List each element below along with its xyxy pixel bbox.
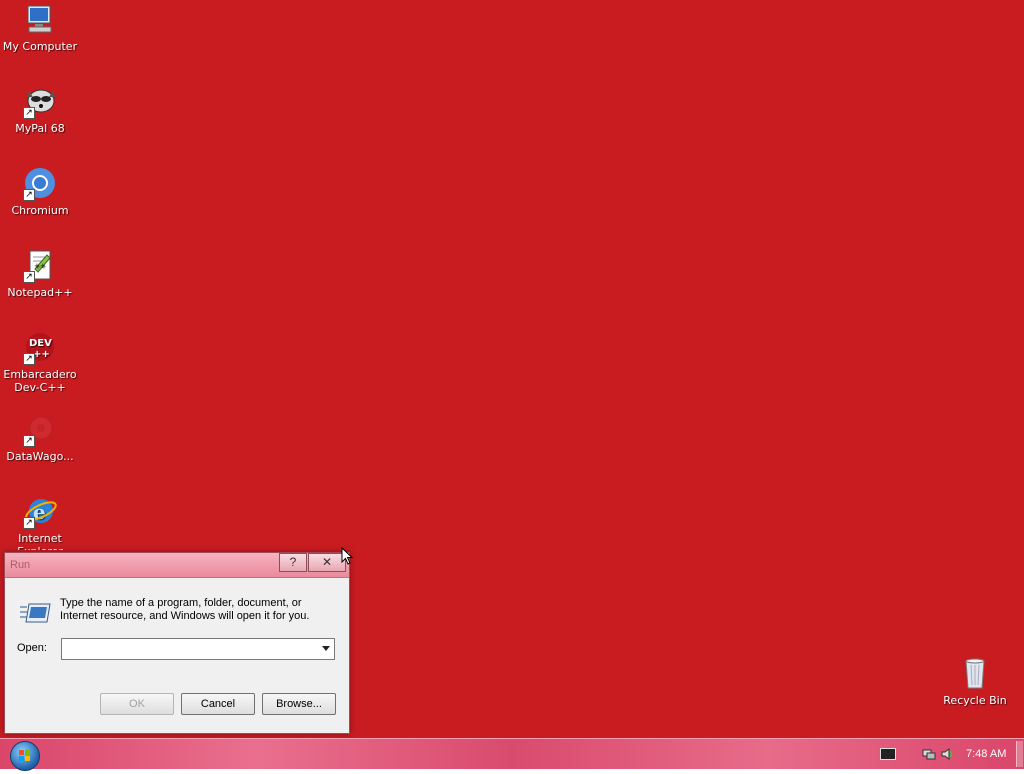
desktop-icon-label: MyPal 68 xyxy=(15,122,65,135)
run-dialog-title: Run xyxy=(10,559,31,571)
run-dialog: Run ? ✕ Type the name of a program, fold… xyxy=(4,552,350,734)
start-button[interactable] xyxy=(10,741,40,771)
mouse-pointer-icon xyxy=(341,546,354,569)
shortcut-arrow-icon: ↗ xyxy=(23,435,35,447)
datawagon-icon: ↗ xyxy=(23,413,57,447)
recycle-bin-icon xyxy=(958,657,992,691)
svg-text:DEV: DEV xyxy=(29,338,52,349)
run-dialog-titlebar[interactable]: Run ? ✕ xyxy=(5,553,349,578)
desktop-icon-my-computer[interactable]: My Computer xyxy=(1,3,79,53)
desktop-icon-label: Embarcadero Dev-C++ xyxy=(3,368,77,394)
open-label: Open: xyxy=(17,642,47,654)
desktop-icon-datawagon[interactable]: ↗ DataWago... xyxy=(1,413,79,463)
desktop-icon-label: Notepad++ xyxy=(7,286,73,299)
svg-text:++: ++ xyxy=(34,262,46,270)
desktop-icon-notepadpp[interactable]: ++ ↗ Notepad++ xyxy=(1,249,79,299)
desktop-icon-chromium[interactable]: ↗ Chromium xyxy=(1,167,79,217)
shortcut-arrow-icon: ↗ xyxy=(23,353,35,365)
svg-text:++: ++ xyxy=(33,349,50,360)
desktop-icon-label: Internet Explorer xyxy=(17,532,63,550)
open-combobox[interactable] xyxy=(61,638,335,660)
internet-explorer-icon: e ↗ xyxy=(23,495,57,529)
desktop-icon-devcpp[interactable]: DEV ++ ↗ Embarcadero Dev-C++ xyxy=(1,331,79,394)
open-input[interactable] xyxy=(64,640,318,658)
desktop-icon-internet-explorer[interactable]: e ↗ Internet Explorer xyxy=(1,495,79,550)
mypal-icon: ↗ xyxy=(23,85,57,119)
dropdown-arrow-icon[interactable] xyxy=(322,646,330,651)
computer-icon xyxy=(23,3,57,37)
clock[interactable]: 7:48 AM xyxy=(966,748,1006,760)
desktop-icon-label: Chromium xyxy=(11,204,69,217)
shortcut-arrow-icon: ↗ xyxy=(23,271,35,283)
desktop-icon-mypal[interactable]: ↗ MyPal 68 xyxy=(1,85,79,135)
windows-logo-icon xyxy=(19,750,30,761)
desktop: My Computer ↗ MyPal 68 ↗ Chromium ++ ↗ N… xyxy=(0,0,1024,738)
desktop-icon-label: DataWago... xyxy=(6,450,74,463)
volume-icon[interactable] xyxy=(940,746,954,760)
shortcut-arrow-icon: ↗ xyxy=(23,107,35,119)
taskbar: 7:48 AM xyxy=(0,738,1024,771)
browse-button[interactable]: Browse... xyxy=(262,693,336,715)
show-desktop-button[interactable] xyxy=(1016,741,1023,767)
desktop-icon-label: Recycle Bin xyxy=(943,694,1007,707)
help-button[interactable]: ? xyxy=(279,553,307,572)
run-icon xyxy=(19,601,51,625)
chromium-icon: ↗ xyxy=(23,167,57,201)
shortcut-arrow-icon: ↗ xyxy=(23,189,35,201)
shortcut-arrow-icon: ↗ xyxy=(23,517,35,529)
network-icon[interactable] xyxy=(922,746,936,760)
run-dialog-description: Type the name of a program, folder, docu… xyxy=(60,597,310,622)
notepad-plus-plus-icon: ++ ↗ xyxy=(23,249,57,283)
ok-button[interactable]: OK xyxy=(100,693,174,715)
desktop-icon-recycle-bin[interactable]: Recycle Bin xyxy=(936,657,1014,707)
keyboard-icon[interactable] xyxy=(880,748,896,760)
cancel-button[interactable]: Cancel xyxy=(181,693,255,715)
devcpp-icon: DEV ++ ↗ xyxy=(23,331,57,365)
desktop-icon-label: My Computer xyxy=(2,40,78,53)
